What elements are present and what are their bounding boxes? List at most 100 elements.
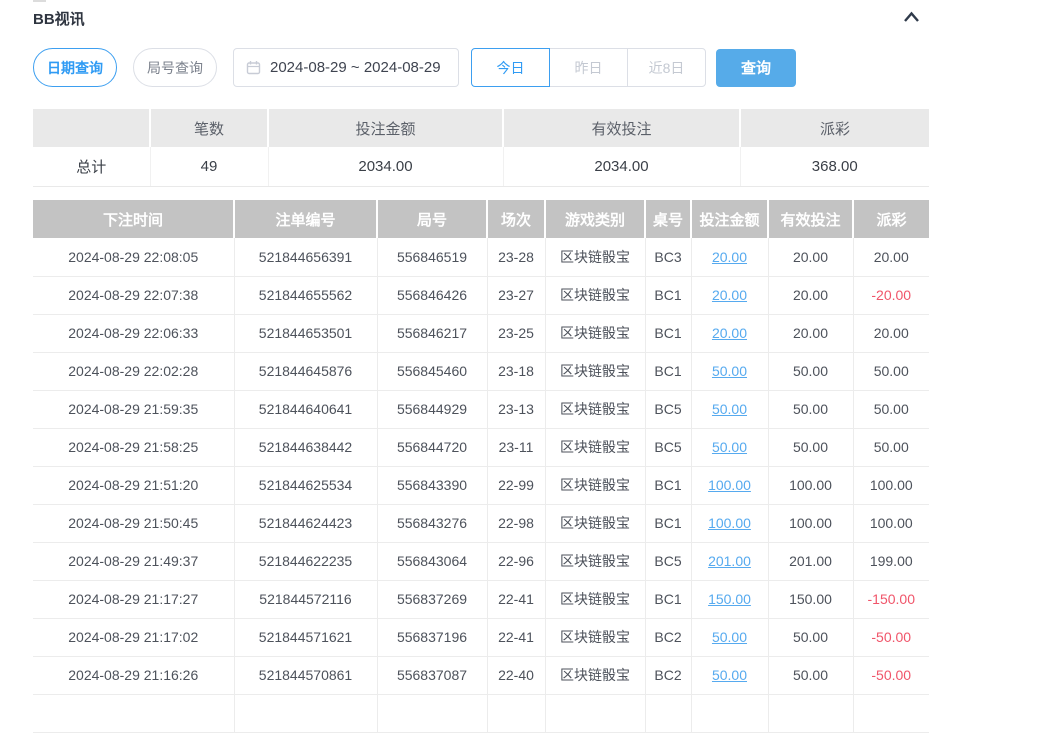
cell-valid-bet: 20.00 [768,314,853,352]
cell-bet-amount: 201.00 [691,542,768,580]
bet-amount-link[interactable]: 20.00 [712,325,747,341]
cell-valid-bet: 201.00 [768,542,853,580]
cell-time: 2024-08-29 22:02:28 [33,352,234,390]
cell-bet-amount: 20.00 [691,238,768,276]
bet-amount-link[interactable]: 20.00 [712,287,747,303]
cell-session: 23-27 [487,276,545,314]
cell-time [33,694,234,732]
bet-amount-link[interactable]: 20.00 [712,249,747,265]
cell-time: 2024-08-29 21:59:35 [33,390,234,428]
cell-game: 区块链骰宝 [545,618,645,656]
cell-payout [853,694,929,732]
cell-round-id: 556846519 [377,238,487,276]
summary-header-0 [33,109,150,147]
summary-total-value-2: 2034.00 [268,147,503,186]
chevron-up-icon [902,10,921,24]
cell-table-no: BC1 [645,352,691,390]
table-row: 2024-08-29 22:08:05521844656391556846519… [33,238,929,276]
cell-valid-bet: 100.00 [768,504,853,542]
cell-bet-id: 521844638442 [234,428,377,466]
cell-valid-bet: 20.00 [768,238,853,276]
cell-round-id: 556846217 [377,314,487,352]
bet-amount-link[interactable]: 201.00 [708,553,751,569]
cell-round-id: 556843276 [377,504,487,542]
cell-bet-amount: 150.00 [691,580,768,618]
cell-table-no: BC1 [645,466,691,504]
records-header-bet_amount: 投注金额 [691,200,768,238]
table-row: 2024-08-29 21:17:02521844571621556837196… [33,618,929,656]
quick-button-yesterday[interactable]: 昨日 [549,48,628,87]
cell-round-id: 556846426 [377,276,487,314]
table-row: 2024-08-29 22:07:38521844655562556846426… [33,276,929,314]
cell-game [545,694,645,732]
collapse-panel-button[interactable] [899,6,923,28]
search-button[interactable]: 查询 [716,49,796,87]
cell-time: 2024-08-29 21:50:45 [33,504,234,542]
quick-button-today[interactable]: 今日 [471,48,550,87]
cell-session: 22-99 [487,466,545,504]
cell-payout: -50.00 [853,656,929,694]
cell-time: 2024-08-29 21:17:27 [33,580,234,618]
cell-valid-bet: 20.00 [768,276,853,314]
records-header-valid_bet: 有效投注 [768,200,853,238]
cell-table-no: BC2 [645,618,691,656]
date-range-value: 2024-08-29 ~ 2024-08-29 [270,59,441,76]
bet-amount-link[interactable]: 50.00 [712,363,747,379]
summary-header-row: 笔数投注金额有效投注派彩 [33,109,929,147]
summary-header-3: 有效投注 [503,109,740,147]
summary-total-value-4: 368.00 [740,147,929,186]
cell-payout: 20.00 [853,314,929,352]
bet-amount-link[interactable]: 100.00 [708,477,751,493]
cell-payout: 199.00 [853,542,929,580]
cell-payout: -50.00 [853,618,929,656]
cell-game: 区块链骰宝 [545,428,645,466]
cell-round-id: 556845460 [377,352,487,390]
cell-payout: 100.00 [853,504,929,542]
records-header-round_id: 局号 [377,200,487,238]
cell-table-no [645,694,691,732]
cell-round-id: 556837196 [377,618,487,656]
page-title: BB视讯 [33,8,85,29]
cell-bet-id: 521844572116 [234,580,377,618]
cell-round-id: 556843064 [377,542,487,580]
cell-valid-bet: 100.00 [768,466,853,504]
cell-table-no: BC2 [645,656,691,694]
cell-game: 区块链骰宝 [545,504,645,542]
table-row: 2024-08-29 21:51:20521844625534556843390… [33,466,929,504]
cell-bet-id: 521844640641 [234,390,377,428]
table-row: 2024-08-29 21:50:45521844624423556843276… [33,504,929,542]
bet-amount-link[interactable]: 50.00 [712,629,747,645]
cell-time: 2024-08-29 21:16:26 [33,656,234,694]
cell-session: 22-41 [487,580,545,618]
cell-table-no: BC1 [645,314,691,352]
quick-button-last-8-days[interactable]: 近8日 [627,48,706,87]
cell-time: 2024-08-29 21:51:20 [33,466,234,504]
summary-total-value-1: 49 [150,147,268,186]
top-edge-fragment [33,0,46,2]
cell-session: 23-11 [487,428,545,466]
cell-time: 2024-08-29 21:58:25 [33,428,234,466]
table-row: 2024-08-29 22:06:33521844653501556846217… [33,314,929,352]
table-row: 2024-08-29 21:58:25521844638442556844720… [33,428,929,466]
cell-valid-bet [768,694,853,732]
query-toolbar: 日期查询 局号查询 2024-08-29 ~ 2024-08-29 今日 昨日 … [33,48,796,87]
date-range-picker[interactable]: 2024-08-29 ~ 2024-08-29 [233,48,459,87]
cell-bet-amount: 50.00 [691,428,768,466]
cell-table-no: BC1 [645,504,691,542]
cell-session: 22-40 [487,656,545,694]
cell-bet-amount: 50.00 [691,390,768,428]
bet-amount-link[interactable]: 50.00 [712,439,747,455]
bet-amount-link[interactable]: 50.00 [712,667,747,683]
tab-date-query[interactable]: 日期查询 [33,48,117,87]
cell-bet-id: 521844622235 [234,542,377,580]
records-header-row: 下注时间注单编号局号场次游戏类别桌号投注金额有效投注派彩 [33,200,929,238]
records-header-session: 场次 [487,200,545,238]
cell-bet-amount: 50.00 [691,352,768,390]
tab-round-query[interactable]: 局号查询 [133,48,217,87]
cell-payout: 50.00 [853,390,929,428]
bet-amount-link[interactable]: 100.00 [708,515,751,531]
bet-amount-link[interactable]: 50.00 [712,401,747,417]
cell-bet-id: 521844570861 [234,656,377,694]
cell-session: 23-13 [487,390,545,428]
bet-amount-link[interactable]: 150.00 [708,591,751,607]
